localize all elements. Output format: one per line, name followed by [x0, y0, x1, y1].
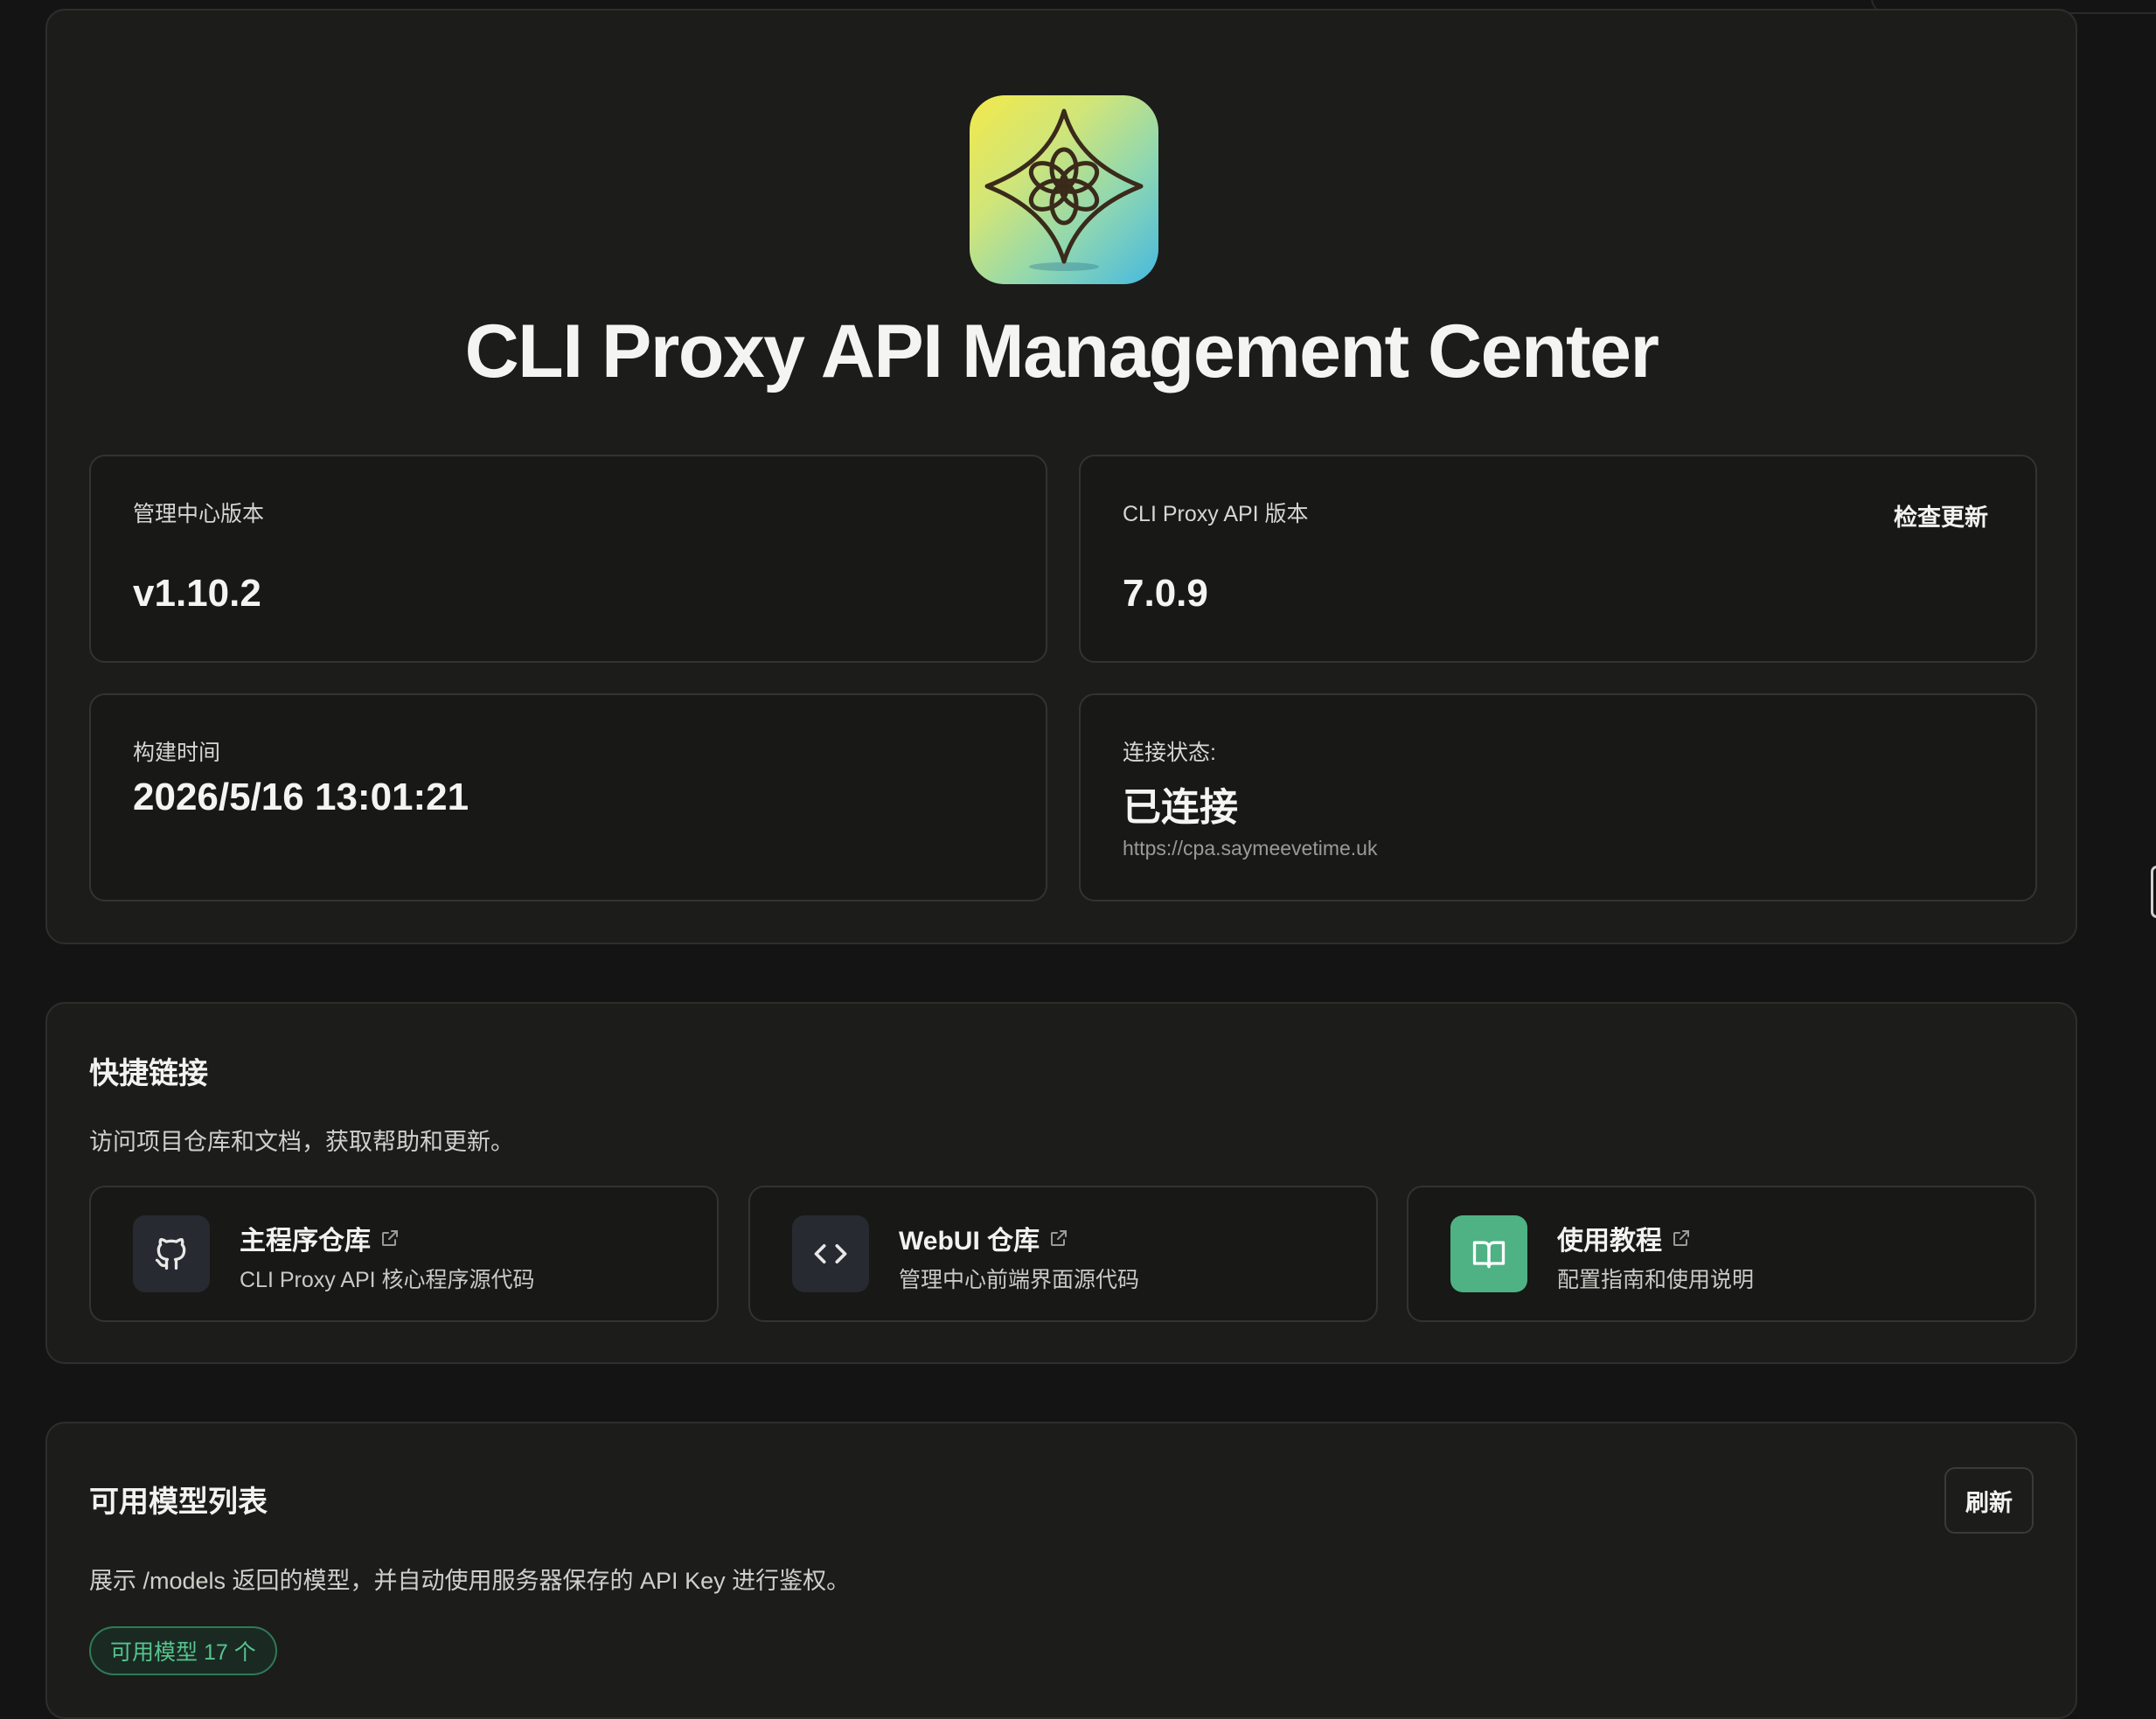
- code-icon: [792, 1215, 869, 1292]
- quick-links-card: 快捷链接 访问项目仓库和文档，获取帮助和更新。 主程序仓库 CLI Proxy …: [45, 1002, 2077, 1364]
- link-main-repo-desc: CLI Proxy API 核心程序源代码: [240, 1268, 535, 1292]
- models-description: 展示 /models 返回的模型，并自动使用服务器保存的 API Key 进行鉴…: [89, 1568, 851, 1594]
- models-title: 可用模型列表: [89, 1486, 268, 1519]
- api-version-label: CLI Proxy API 版本: [1123, 502, 1309, 526]
- quick-links-title: 快捷链接: [89, 1057, 208, 1090]
- link-main-repo[interactable]: 主程序仓库 CLI Proxy API 核心程序源代码: [89, 1186, 719, 1322]
- check-update-button[interactable]: 检查更新: [1894, 498, 1988, 532]
- build-time-box: 构建时间 2026/5/16 13:01:21: [89, 693, 1047, 901]
- connection-box: 连接状态: 已连接 https://cpa.saymeevetime.uk: [1079, 693, 2037, 901]
- quick-links-description: 访问项目仓库和文档，获取帮助和更新。: [89, 1129, 514, 1155]
- scroll-edge-indicator: [2151, 866, 2156, 918]
- api-version-value: 7.0.9: [1123, 572, 1208, 615]
- api-version-box: CLI Proxy API 版本 检查更新 7.0.9: [1079, 455, 2037, 663]
- link-tutorial-title: 使用教程: [1557, 1219, 1692, 1257]
- refresh-button[interactable]: 刷新: [1944, 1467, 2034, 1534]
- link-webui-repo-desc: 管理中心前端界面源代码: [899, 1268, 1140, 1292]
- external-link-icon: [382, 1230, 398, 1246]
- connection-url: https://cpa.saymeevetime.uk: [1123, 837, 1378, 860]
- mgmt-version-label: 管理中心版本: [133, 502, 265, 526]
- openai-knot-logo-icon: [984, 108, 1144, 271]
- app-logo: [970, 95, 1158, 284]
- link-tutorial-desc: 配置指南和使用说明: [1557, 1268, 1755, 1292]
- page-title: CLI Proxy API Management Center: [464, 310, 1659, 393]
- external-link-icon: [1051, 1230, 1068, 1246]
- mgmt-version-box: 管理中心版本 v1.10.2: [89, 455, 1047, 663]
- build-time-label: 构建时间: [133, 741, 221, 765]
- book-icon: [1450, 1215, 1527, 1292]
- link-webui-repo[interactable]: WebUI 仓库 管理中心前端界面源代码: [748, 1186, 1378, 1322]
- connection-status: 已连接: [1123, 786, 1238, 829]
- link-main-repo-title: 主程序仓库: [240, 1219, 400, 1257]
- models-card: 可用模型列表 刷新 展示 /models 返回的模型，并自动使用服务器保存的 A…: [45, 1422, 2077, 1719]
- github-icon: [133, 1215, 210, 1292]
- connection-label: 连接状态:: [1123, 741, 1216, 765]
- link-tutorial[interactable]: 使用教程 配置指南和使用说明: [1407, 1186, 2036, 1322]
- about-card: CLI Proxy API Management Center 管理中心版本 v…: [45, 9, 2077, 944]
- mgmt-version-value: v1.10.2: [133, 572, 261, 615]
- link-webui-repo-title: WebUI 仓库: [899, 1219, 1069, 1257]
- external-link-icon: [1673, 1230, 1689, 1246]
- models-count-badge: 可用模型 17 个: [89, 1626, 277, 1675]
- build-time-value: 2026/5/16 13:01:21: [133, 776, 469, 818]
